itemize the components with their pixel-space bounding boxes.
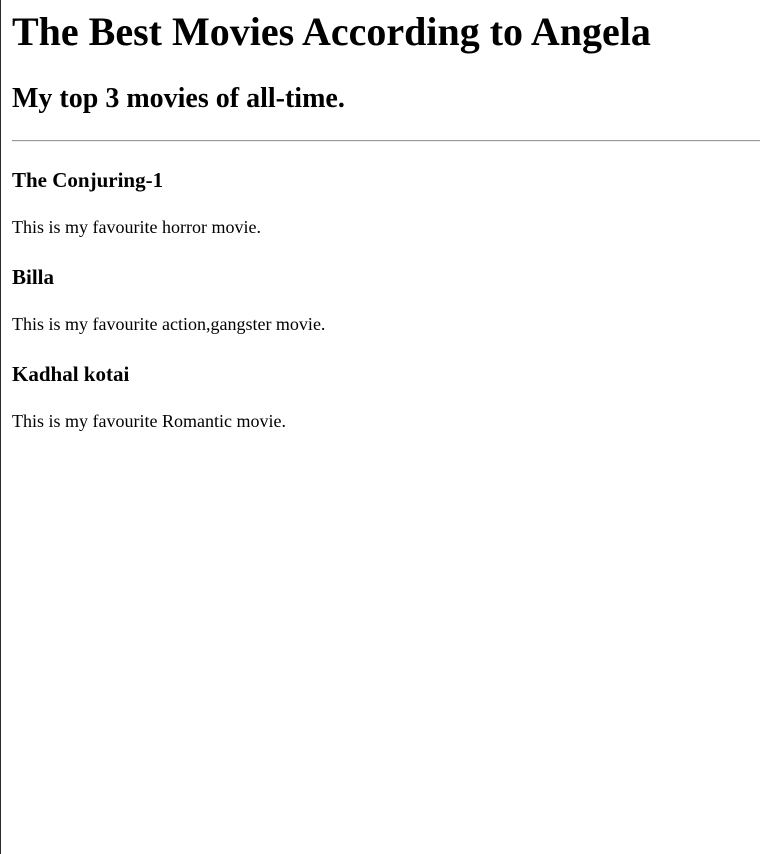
window-left-border (0, 0, 1, 854)
movie-description: This is my favourite Romantic movie. (12, 411, 286, 431)
movie-title: The Conjuring-1 (12, 168, 164, 192)
movie-description: This is my favourite horror movie. (12, 217, 261, 237)
movie-description: This is my favourite action,gangster mov… (12, 314, 326, 334)
page-title: The Best Movies According to Angela (12, 9, 651, 54)
page-subtitle: My top 3 movies of all-time. (12, 83, 345, 114)
horizontal-rule (12, 140, 760, 142)
movie-title: Billa (12, 265, 55, 289)
movie-title: Kadhal kotai (12, 362, 130, 386)
